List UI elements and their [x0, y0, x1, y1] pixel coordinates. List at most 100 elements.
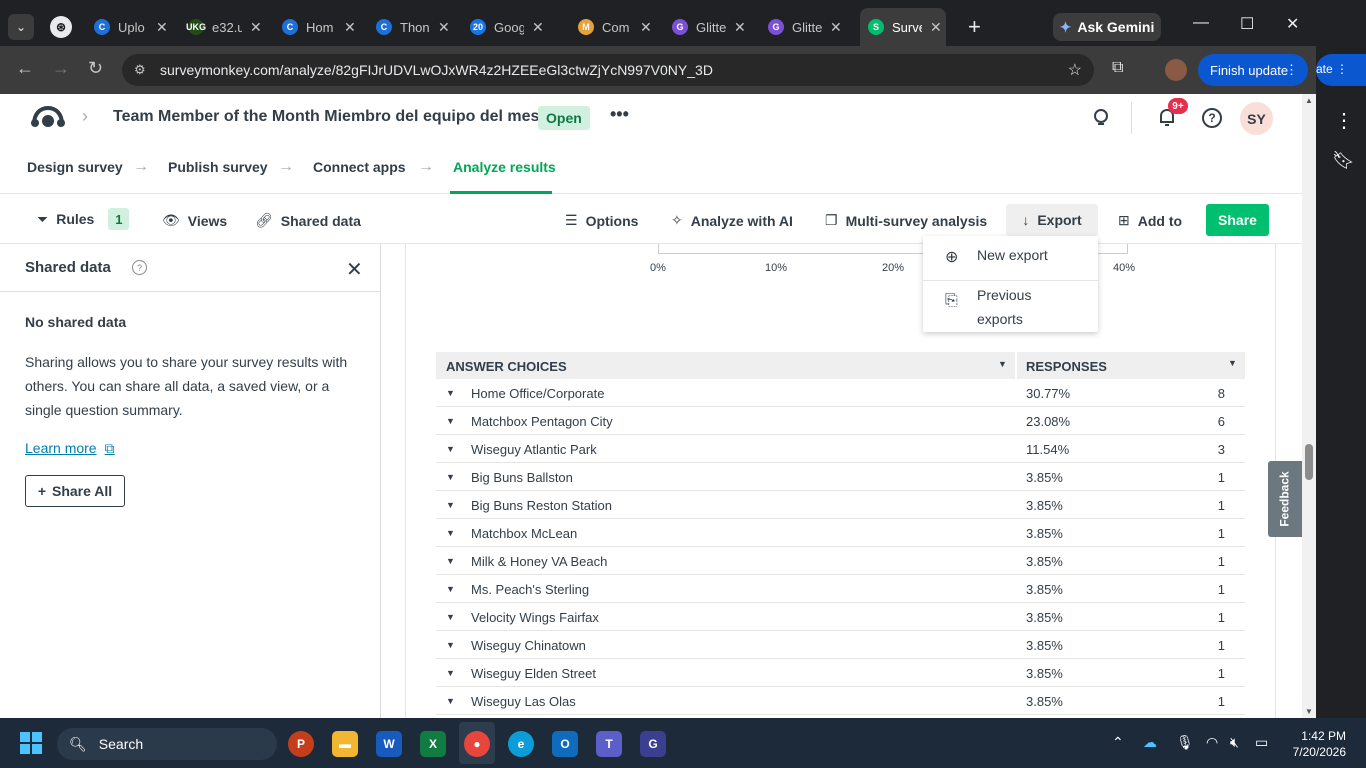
browser-tab[interactable]: G Glitte ✕	[760, 8, 846, 46]
responses-header[interactable]: RESPONSES	[1026, 359, 1107, 374]
sort-caret-icon[interactable]: ▼	[1228, 358, 1237, 368]
close-icon[interactable]: ✕	[346, 257, 363, 282]
learn-more-link[interactable]: Learn more ⧉	[25, 440, 115, 457]
chrome-icon[interactable]: ●	[464, 731, 490, 757]
rules-button[interactable]: ⏷ Rules 1	[37, 208, 130, 230]
bookmark-icon[interactable]: 🔖︎	[1332, 150, 1355, 171]
forward-button[interactable]: →	[52, 58, 70, 79]
step-analyze-results[interactable]: Analyze results	[453, 159, 556, 175]
outlook-icon[interactable]: O	[552, 731, 578, 757]
more-options-icon[interactable]: •••	[610, 104, 629, 125]
browser-tab[interactable]: 20 Goog ✕	[462, 8, 548, 46]
close-tab-icon[interactable]: ✕	[250, 19, 262, 36]
expand-caret-icon[interactable]: ▼	[446, 556, 455, 566]
expand-caret-icon[interactable]: ▼	[446, 528, 455, 538]
profile-avatar[interactable]	[1165, 59, 1187, 81]
edge-icon[interactable]: e	[508, 731, 534, 757]
glitter-app-icon[interactable]: G	[640, 731, 666, 757]
views-button[interactable]: 👁︎ Views	[162, 212, 227, 229]
finish-update-button[interactable]: Finish update ⋮	[1198, 54, 1308, 86]
browser-tab[interactable]: C Thon ✕	[368, 8, 454, 46]
user-avatar[interactable]: SY	[1240, 102, 1273, 135]
expand-caret-icon[interactable]: ▼	[446, 444, 455, 454]
step-publish-survey[interactable]: Publish survey	[168, 159, 268, 175]
answer-choices-header[interactable]: ANSWER CHOICES	[446, 359, 567, 374]
share-all-button[interactable]: + Share All	[25, 475, 125, 507]
bookmark-star-icon[interactable]: ☆	[1068, 60, 1082, 80]
teams-icon[interactable]: T	[596, 731, 622, 757]
tray-overflow-chevron-icon[interactable]: ⌃	[1112, 734, 1124, 751]
page-scrollbar[interactable]: ▲ ▼	[1302, 94, 1316, 718]
wifi-icon[interactable]: ◠	[1206, 734, 1218, 751]
browser-tab[interactable]: C Hom ✕	[274, 8, 360, 46]
site-info-icon[interactable]: ⚙	[134, 62, 146, 78]
back-button[interactable]: ←	[16, 58, 34, 79]
expand-caret-icon[interactable]: ▼	[446, 472, 455, 482]
microphone-icon[interactable]: 🎙︎	[1176, 734, 1194, 751]
close-tab-icon[interactable]: ✕	[344, 19, 356, 36]
file-explorer-icon[interactable]: ▬	[332, 731, 358, 757]
close-tab-icon[interactable]: ✕	[156, 19, 168, 36]
url-input[interactable]: ⚙ surveymonkey.com/analyze/82gFIJrUDVLwO…	[122, 54, 1094, 86]
scroll-down-icon[interactable]: ▼	[1305, 707, 1313, 716]
new-tab-button[interactable]: +	[968, 14, 981, 40]
lightbulb-icon[interactable]	[1090, 106, 1112, 128]
onedrive-cloud-icon[interactable]: ☁	[1143, 734, 1157, 751]
maximize-button[interactable]: ☐	[1240, 14, 1254, 34]
scroll-up-icon[interactable]: ▲	[1305, 96, 1313, 105]
expand-caret-icon[interactable]: ▼	[446, 416, 455, 426]
taskbar-search[interactable]: 🔍︎ Search	[57, 728, 277, 760]
ask-gemini-button[interactable]: ✦ Ask Gemini	[1053, 13, 1161, 41]
close-tab-icon[interactable]: ✕	[438, 19, 450, 36]
extensions-icon[interactable]: ⧉	[1112, 59, 1123, 77]
minimize-button[interactable]: —	[1193, 14, 1209, 32]
sort-caret-icon[interactable]: ▼	[998, 359, 1007, 369]
browser-tab[interactable]: G Glitte ✕	[664, 8, 750, 46]
export-button[interactable]: ↓ Export	[1006, 204, 1098, 236]
expand-caret-icon[interactable]: ▼	[446, 388, 455, 398]
update-button-partial[interactable]: ate ⋮	[1316, 54, 1366, 86]
shared-data-button[interactable]: 🔗︎ Shared data	[255, 212, 361, 229]
side-menu-icon[interactable]: ⋮	[1334, 108, 1354, 133]
battery-icon[interactable]: ▭	[1255, 734, 1268, 751]
browser-tab[interactable]: S Surve ✕	[860, 8, 946, 46]
help-icon[interactable]: ?	[1202, 108, 1222, 128]
expand-caret-icon[interactable]: ▼	[446, 500, 455, 510]
browser-tab[interactable]: M Com ✕	[570, 8, 656, 46]
step-connect-apps[interactable]: Connect apps	[313, 159, 406, 175]
windows-start-icon[interactable]	[20, 732, 42, 754]
close-tab-icon[interactable]: ✕	[930, 19, 942, 36]
reload-button[interactable]: ↻	[88, 58, 103, 79]
help-circle-icon[interactable]: ?	[132, 260, 147, 275]
pinned-chatgpt-tab[interactable]: ⊛	[50, 16, 72, 38]
close-tab-icon[interactable]: ✕	[830, 19, 842, 36]
surveymonkey-logo-icon[interactable]	[30, 104, 66, 130]
multi-survey-analysis-button[interactable]: ❐ Multi-survey analysis	[825, 212, 987, 229]
close-tab-icon[interactable]: ✕	[734, 19, 746, 36]
scrollbar-thumb[interactable]	[1305, 444, 1313, 480]
volume-muted-icon[interactable]: 🔇︎	[1230, 734, 1239, 751]
tab-search-dropdown[interactable]: ⌄	[8, 14, 34, 40]
add-to-button[interactable]: ⊞ Add to	[1118, 212, 1182, 229]
powerpoint-icon[interactable]: P	[288, 731, 314, 757]
analyze-with-ai-button[interactable]: ✧ Analyze with AI	[671, 212, 793, 229]
options-button[interactable]: ☰ Options	[565, 212, 638, 229]
share-button[interactable]: Share	[1206, 204, 1269, 236]
close-window-button[interactable]: ✕	[1286, 14, 1299, 34]
feedback-tab[interactable]: Feedback	[1268, 461, 1302, 537]
excel-icon[interactable]: X	[420, 731, 446, 757]
browser-tab[interactable]: C Uplo ✕	[86, 8, 172, 46]
expand-caret-icon[interactable]: ▼	[446, 640, 455, 650]
close-tab-icon[interactable]: ✕	[532, 19, 544, 36]
system-clock[interactable]: 1:42 PM 7/20/2026	[1286, 728, 1346, 760]
expand-caret-icon[interactable]: ▼	[446, 584, 455, 594]
expand-caret-icon[interactable]: ▼	[446, 696, 455, 706]
survey-title[interactable]: Team Member of the Month Miembro del equ…	[113, 108, 539, 126]
expand-caret-icon[interactable]: ▼	[446, 668, 455, 678]
previous-exports-menu-item[interactable]: ⎘ Previous exports	[923, 283, 1098, 331]
expand-caret-icon[interactable]: ▼	[446, 612, 455, 622]
new-export-menu-item[interactable]: ⊕ New export	[923, 247, 1098, 267]
word-icon[interactable]: W	[376, 731, 402, 757]
step-design-survey[interactable]: Design survey	[27, 159, 123, 175]
close-tab-icon[interactable]: ✕	[640, 19, 652, 36]
